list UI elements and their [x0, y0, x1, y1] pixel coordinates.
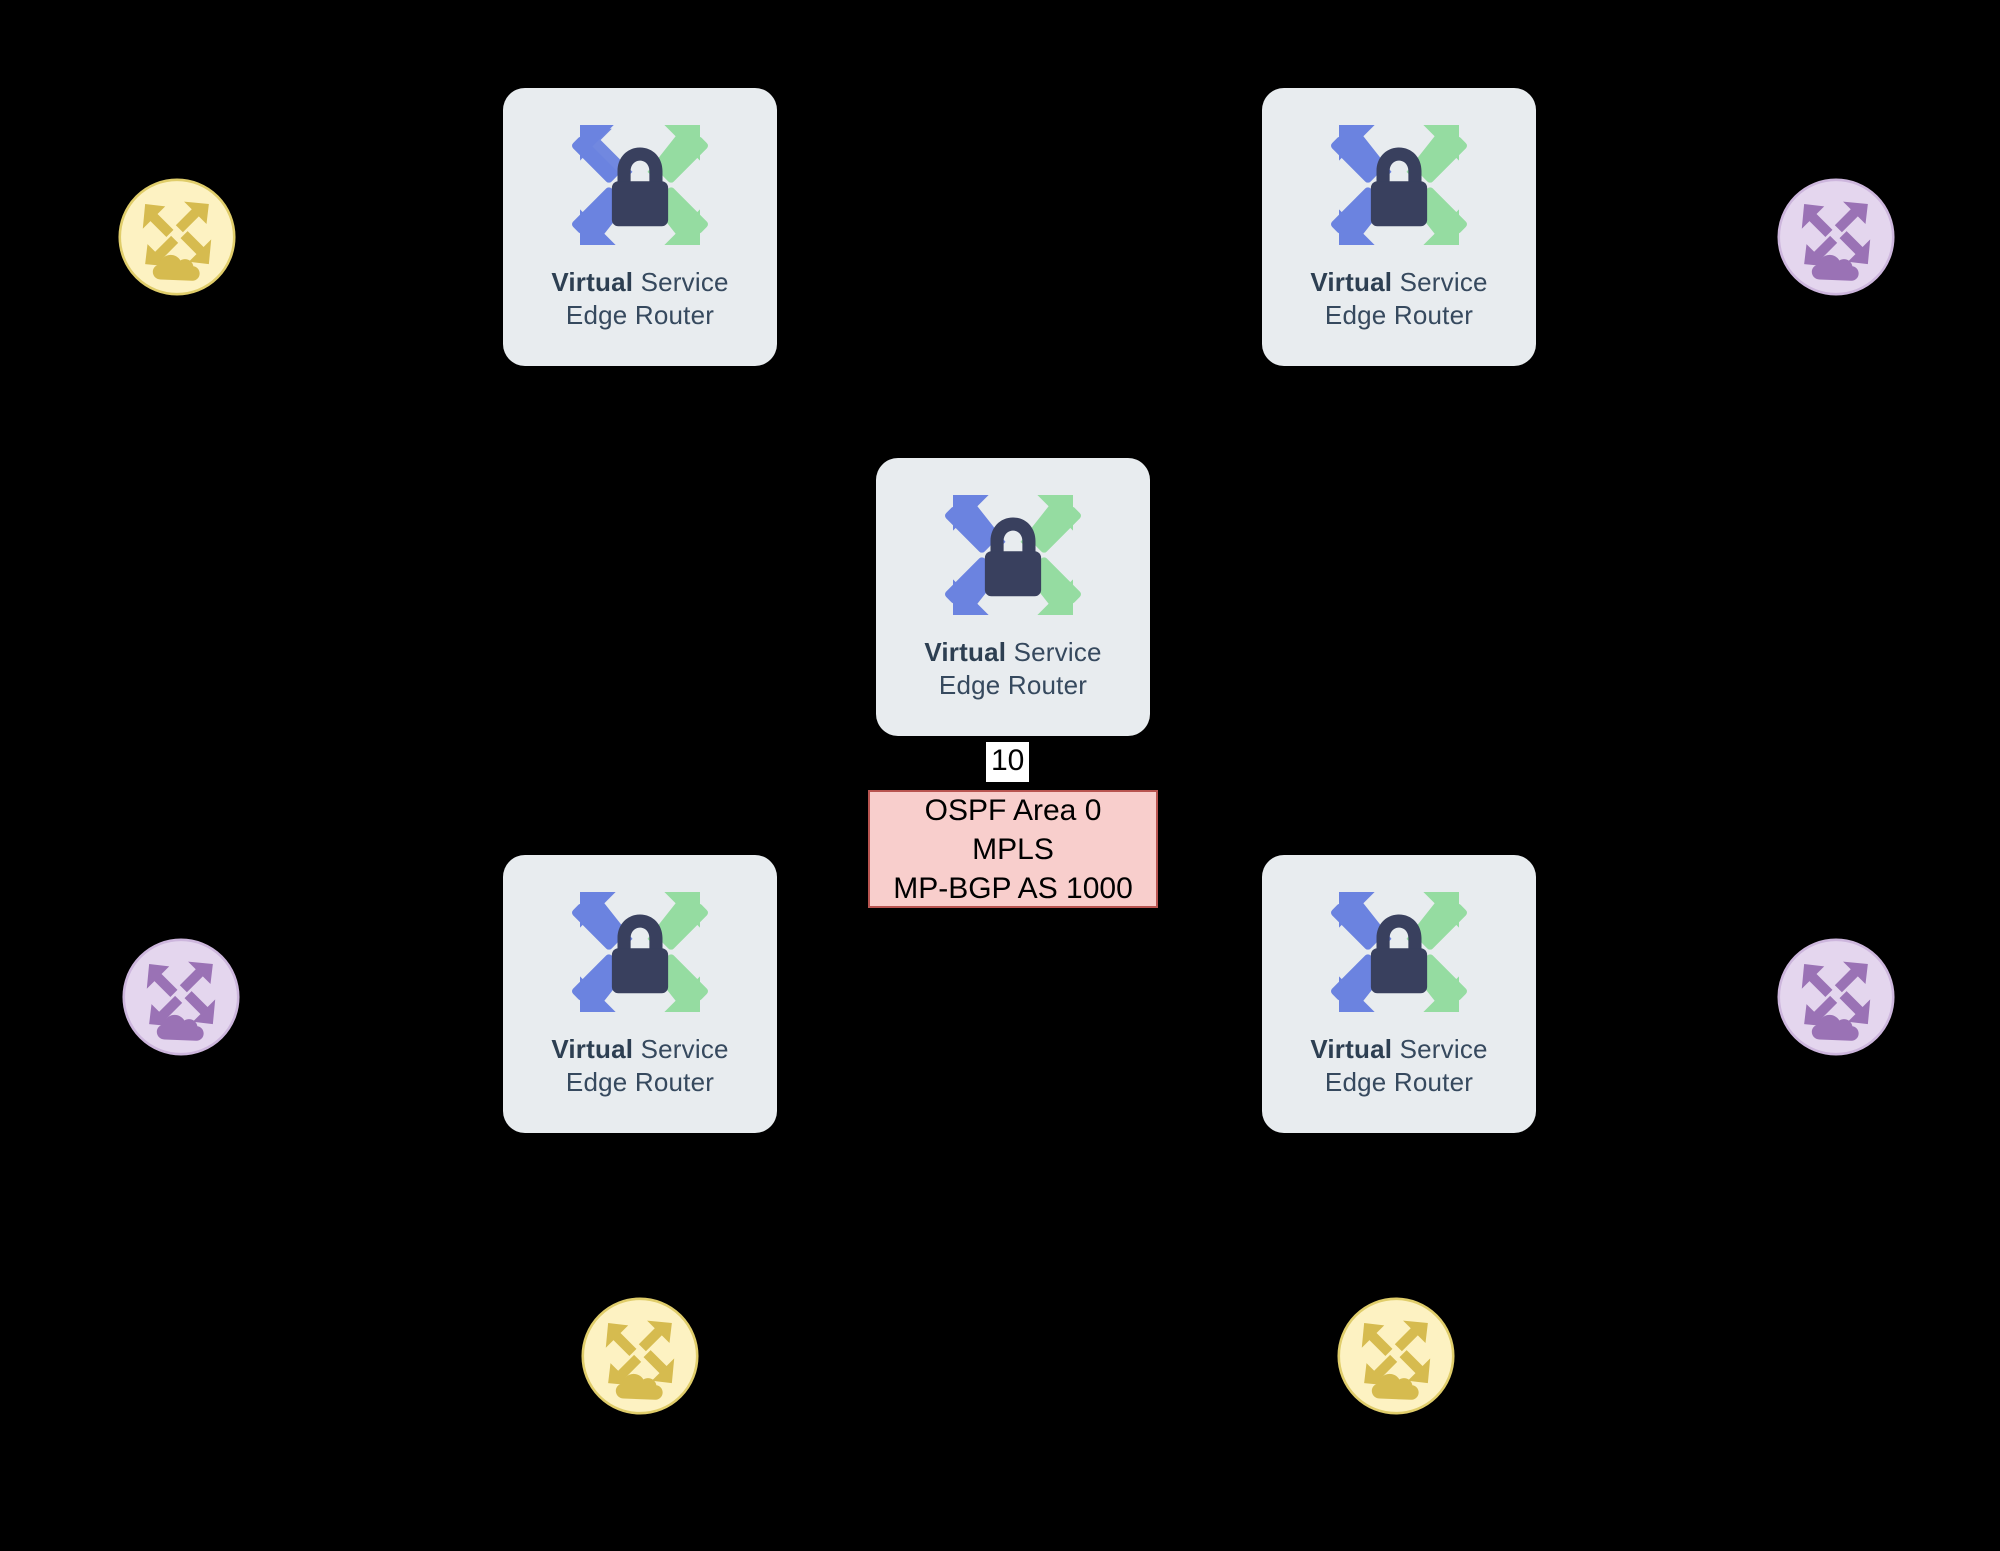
vser-card-label: Virtual Service Edge Router	[551, 1034, 729, 1097]
vser-lock-arrows-icon	[945, 495, 1081, 615]
vser-lock-arrows-icon	[1331, 125, 1467, 245]
vser-card-bottom-left[interactable]: Virtual Service Edge Router	[503, 855, 777, 1133]
vser-card-label: Virtual Service Edge Router	[1310, 267, 1488, 330]
area-line-mpls: MPLS	[972, 832, 1054, 866]
cloud-router-bottom-left[interactable]	[581, 1297, 699, 1415]
cloud-router-icon	[581, 1297, 699, 1415]
cloud-router-bottom-right[interactable]	[1337, 1297, 1455, 1415]
vser-card-center[interactable]: Virtual Service Edge Router	[876, 458, 1150, 736]
vser-card-label: Virtual Service Edge Router	[551, 267, 729, 330]
cloud-router-mid-right[interactable]	[1777, 938, 1895, 1056]
link-cost-badge: 10	[986, 742, 1030, 782]
vser-lock-arrows-icon	[572, 892, 708, 1012]
cloud-router-icon	[1337, 1297, 1455, 1415]
vser-card-label: Virtual Service Edge Router	[924, 637, 1102, 700]
diagram-canvas: Virtual Service Edge Router Virtual Serv…	[0, 0, 2000, 1551]
vser-card-top-right[interactable]: Virtual Service Edge Router	[1262, 88, 1536, 366]
vser-lock-arrows-icon	[572, 125, 708, 245]
cloud-router-icon	[1777, 178, 1895, 296]
cloud-router-top-left[interactable]	[118, 178, 236, 296]
vser-lock-arrows-icon	[1331, 892, 1467, 1012]
cloud-router-mid-left[interactable]	[122, 938, 240, 1056]
cloud-router-icon	[122, 938, 240, 1056]
vser-card-top-left[interactable]: Virtual Service Edge Router	[503, 88, 777, 366]
area-line-ospf: OSPF Area 0	[924, 793, 1102, 827]
vser-card-bottom-right[interactable]: Virtual Service Edge Router	[1262, 855, 1536, 1133]
cloud-router-top-right[interactable]	[1777, 178, 1895, 296]
cloud-router-icon	[118, 178, 236, 296]
ospf-area-box: OSPF Area 0 MPLS MP-BGP AS 1000	[868, 790, 1158, 908]
area-line-mpbgp: MP-BGP AS 1000	[893, 871, 1133, 905]
vser-card-label: Virtual Service Edge Router	[1310, 1034, 1488, 1097]
cloud-router-icon	[1777, 938, 1895, 1056]
